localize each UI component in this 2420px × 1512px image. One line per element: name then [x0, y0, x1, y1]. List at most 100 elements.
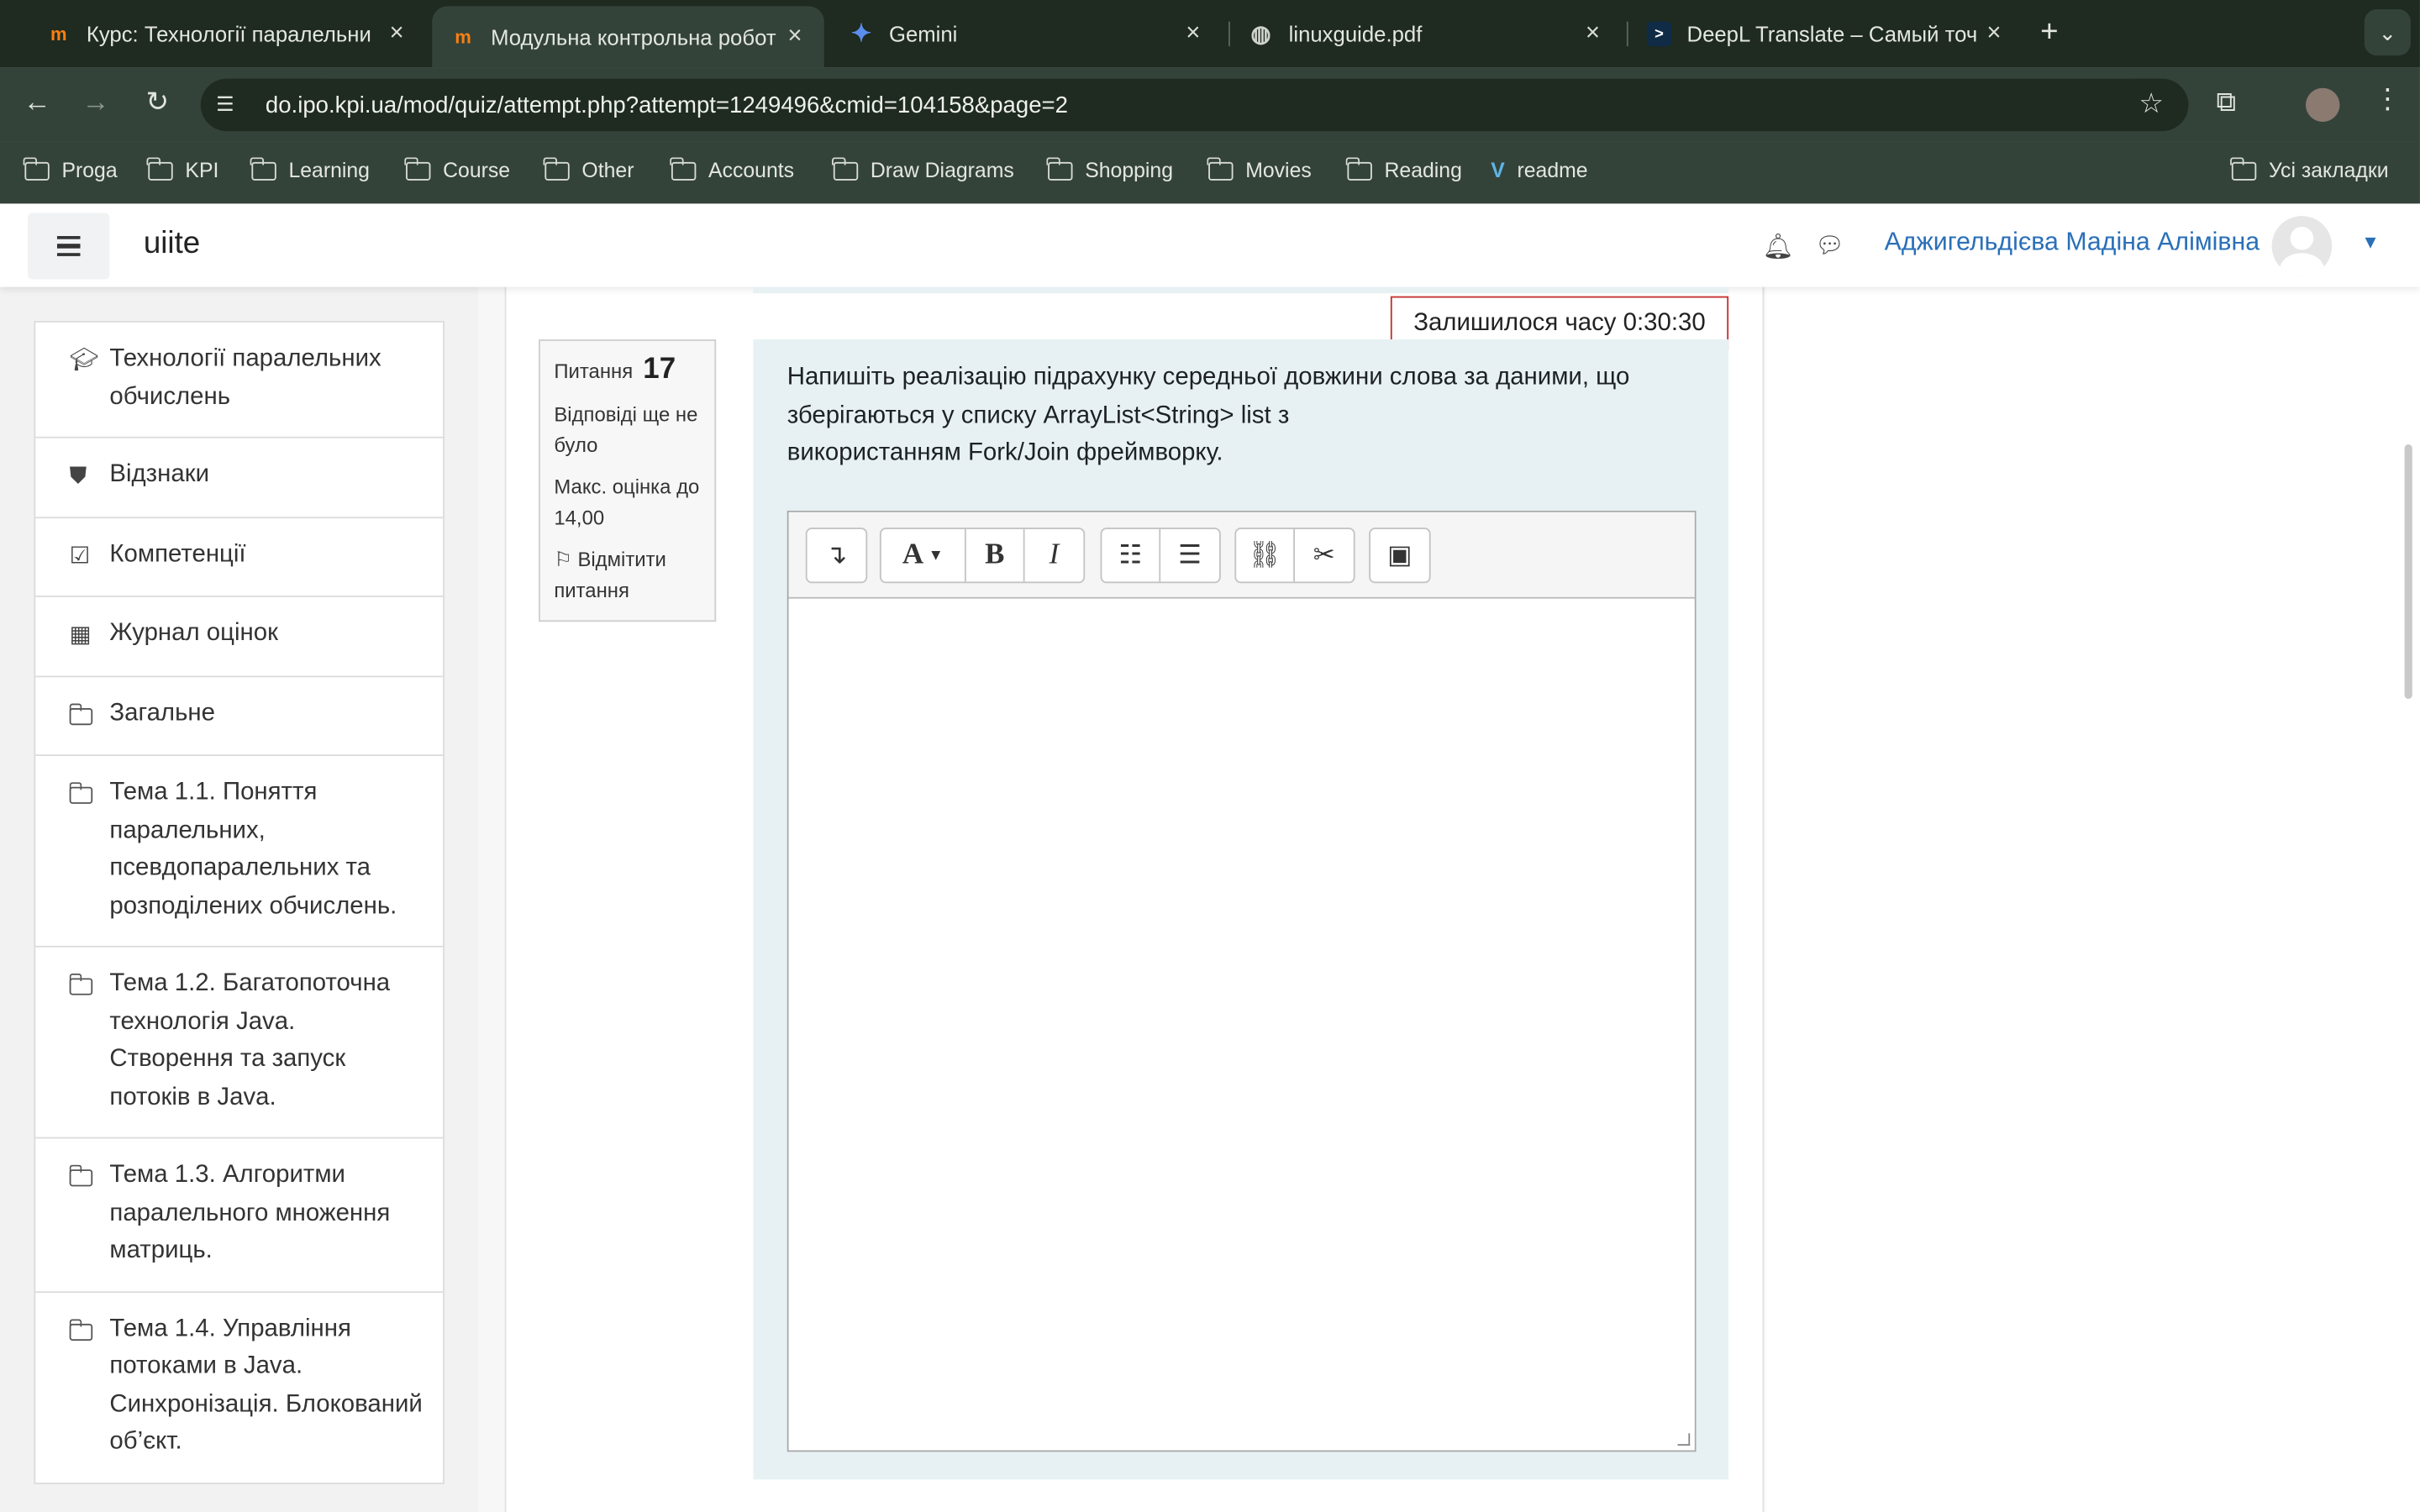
nav-item-topic-1-1[interactable]: Тема 1.1. Поняття паралельних, псевдопар… — [35, 756, 444, 948]
tab-label: Курс: Технології паралельни — [86, 21, 371, 47]
bookmark-folder[interactable]: Other — [544, 156, 634, 182]
folder-icon — [68, 1158, 110, 1271]
close-icon[interactable]: × — [383, 20, 411, 48]
flag-question-link[interactable]: ⚐ Відмітити питання — [554, 544, 700, 605]
menu-toggle-button[interactable] — [28, 213, 110, 280]
page-scrollbar[interactable] — [2404, 444, 2412, 700]
browser-tabbar: m Курс: Технології паралельни × m Модуль… — [0, 0, 2420, 68]
all-bookmarks[interactable]: Усі закладки — [2230, 156, 2389, 182]
folder-icon — [832, 156, 859, 180]
bookmark-label: KPI — [185, 159, 219, 182]
bookmark-star-icon[interactable]: ☆ — [2139, 88, 2164, 121]
close-icon[interactable]: × — [1579, 20, 1607, 48]
image-icon[interactable]: ▣ — [1370, 529, 1429, 581]
nav-item-general[interactable]: Загальне — [35, 676, 444, 756]
tab-search-icon[interactable]: ⌄ — [2364, 9, 2411, 56]
bookmarks-bar: Proga KPI Learning Course Other Accounts… — [0, 141, 2420, 204]
back-icon[interactable]: ← — [18, 87, 55, 119]
font-style-icon[interactable]: A ▼ — [881, 528, 966, 582]
question-number-value: 17 — [643, 353, 676, 386]
nav-item-label: Технології паралельних обчислень — [109, 345, 381, 410]
nav-item-label: Журнал оцінок — [109, 620, 278, 647]
shield-icon: ⛊ — [69, 463, 87, 490]
tab-course[interactable]: m Курс: Технології паралельни × — [28, 6, 426, 61]
forward-icon[interactable]: → — [77, 87, 114, 119]
folder-icon — [544, 156, 570, 180]
folder-icon — [2230, 156, 2257, 180]
flag-icon: ⚐ — [554, 548, 572, 571]
course-nav: 🎓︎ Технології паралельних обчислень ⛊ Ві… — [34, 321, 445, 1483]
italic-icon[interactable]: I — [1025, 529, 1084, 581]
close-icon[interactable]: × — [1980, 20, 2007, 48]
folder-icon — [24, 156, 50, 180]
bookmark-label: Draw Diagrams — [870, 159, 1014, 182]
site-name[interactable]: uiite — [144, 227, 200, 262]
bold-icon[interactable]: B — [966, 528, 1025, 582]
nav-item-topic-1-3[interactable]: Тема 1.3. Алгоритми паралельного множенн… — [35, 1138, 444, 1293]
checkbox-icon: ☑ — [69, 542, 91, 569]
nav-item-badges[interactable]: ⛊ Відзнаки — [35, 438, 444, 518]
bookmark-folder[interactable]: Shopping — [1047, 156, 1174, 182]
reload-icon[interactable]: ↻ — [139, 87, 176, 119]
bookmark-label: Reading — [1384, 159, 1462, 182]
deepl-icon: > — [1646, 21, 1672, 47]
caret-down-icon[interactable]: ▼ — [2361, 232, 2380, 254]
url-text[interactable]: do.ipo.kpi.ua/mod/quiz/attempt.php?attem… — [266, 92, 1068, 118]
question-number: Питання 17 — [554, 354, 700, 387]
nav-item-course[interactable]: 🎓︎ Технології паралельних обчислень — [35, 323, 444, 438]
toggle-toolbar-icon[interactable]: ↴ — [808, 529, 866, 581]
bookmark-folder[interactable]: Draw Diagrams — [832, 156, 1014, 182]
bookmark-readme[interactable]: Vreadme — [1491, 159, 1587, 182]
nav-item-label: Тема 1.1. Поняття паралельних, псевдопар… — [109, 779, 397, 919]
nav-item-topic-1-2[interactable]: Тема 1.2. Багатопоточна технологія Java.… — [35, 948, 444, 1139]
bookmark-label: Shopping — [1085, 159, 1174, 182]
extensions-icon[interactable]: ⧉ — [2217, 87, 2237, 119]
tab-linuxguide[interactable]: ◍ linuxguide.pdf × — [1230, 6, 1623, 61]
nav-item-topic-1-4[interactable]: Тема 1.4. Управління потоками в Java. Си… — [35, 1292, 443, 1482]
editor-toolbar: ↴ A ▼ B I ☷ ☰ ⛓ ✂ ▣ — [788, 512, 1695, 599]
unlink-icon[interactable]: ✂ — [1295, 529, 1354, 581]
nav-item-label: Тема 1.3. Алгоритми паралельного множенн… — [109, 1162, 391, 1264]
graduation-cap-icon: 🎓︎ — [69, 347, 99, 374]
tab-deepl[interactable]: > DeepL Translate – Самый точ × — [1628, 6, 2023, 61]
link-icon[interactable]: ⛓ — [1236, 528, 1295, 582]
tab-gemini[interactable]: ✦ Gemini × — [830, 6, 1223, 61]
folder-icon — [68, 1310, 110, 1462]
address-bar[interactable]: ☰ do.ipo.kpi.ua/mod/quiz/attempt.php?att… — [200, 78, 2189, 132]
nav-item-label: Загальне — [109, 699, 215, 727]
nav-item-grades[interactable]: ▦ Журнал оцінок — [35, 597, 444, 677]
bookmark-folder[interactable]: Learning — [250, 156, 370, 182]
bookmark-folder[interactable]: Reading — [1346, 156, 1462, 182]
right-region — [1765, 286, 2420, 1512]
bookmark-folder[interactable]: Movies — [1207, 156, 1312, 182]
moodle-icon: m — [455, 26, 471, 48]
nav-item-competencies[interactable]: ☑ Компетенції — [35, 517, 444, 597]
gemini-icon: ✦ — [850, 21, 872, 48]
previous-question-edge — [753, 286, 1729, 293]
profile-avatar[interactable] — [2306, 87, 2340, 123]
resize-handle[interactable] — [1677, 1433, 1691, 1446]
bullet-list-icon[interactable]: ☷ — [1102, 528, 1161, 582]
new-tab-icon[interactable]: + — [2040, 15, 2058, 50]
avatar[interactable] — [2271, 216, 2333, 276]
question-text: Напишіть реалізацію підрахунку середньої… — [787, 360, 1698, 473]
bookmark-folder[interactable]: Accounts — [670, 156, 795, 182]
close-icon[interactable]: × — [1179, 20, 1207, 48]
bookmark-label: Accounts — [708, 159, 795, 182]
bell-icon[interactable]: 🔔︎ — [1763, 232, 1794, 263]
toolbar-group: A ▼ B I — [879, 528, 1086, 584]
close-icon[interactable]: × — [781, 24, 808, 51]
bookmark-label: Movies — [1245, 159, 1312, 182]
folder-icon — [68, 695, 110, 734]
browser-menu-icon[interactable]: ⋮ — [2374, 83, 2402, 116]
bookmark-folder[interactable]: Course — [404, 156, 510, 182]
chat-icon[interactable]: 💬︎ — [1815, 232, 1844, 259]
toolbar-group: ⛓ ✂ — [1234, 528, 1355, 584]
site-info-icon[interactable]: ☰ — [216, 92, 247, 117]
bookmark-folder[interactable]: Proga — [24, 156, 118, 182]
user-name[interactable]: Аджигельдієва Мадіна Алімівна — [1885, 228, 2260, 258]
numbered-list-icon[interactable]: ☰ — [1160, 529, 1219, 581]
answer-textarea[interactable] — [788, 600, 1695, 1451]
bookmark-folder[interactable]: KPI — [147, 156, 219, 182]
tab-quiz[interactable]: m Модульна контрольна робот × — [432, 6, 824, 68]
